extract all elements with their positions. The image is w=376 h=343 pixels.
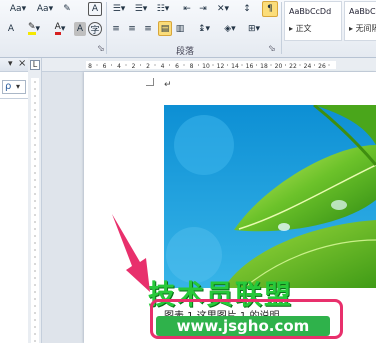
ruler-mark: 8 <box>190 63 194 70</box>
vertical-ruler-ticks <box>34 81 36 342</box>
separator <box>106 2 107 54</box>
ruler-mark: 24 <box>304 63 312 70</box>
highlight-color-button[interactable]: ✎ ▾ <box>24 22 44 36</box>
search-icon: ρ <box>5 81 12 92</box>
style-normal[interactable]: AaBbCcDd ▸ 无间隔正文 <box>284 1 342 41</box>
horizontal-ruler[interactable]: 8 6 4 2 2 4 6 8 10 12 14 16 18 20 22 24 26 L <box>30 58 376 72</box>
align-center-icon[interactable]: ≡ <box>126 22 138 36</box>
multilevel-list-icon[interactable]: ☷▾ <box>154 2 172 16</box>
ribbon: Aa ▾ Aa ▾ ✎ A ☰▾ ☰▾ ☷▾ ⇤ ⇥ ✕▾ ↕ ¶ A ✎ ▾ A ▾ … <box>0 0 376 58</box>
ruler-mark: 6 <box>103 63 107 70</box>
text-effects-icon[interactable]: A <box>4 22 18 36</box>
phonetic-guide-icon[interactable]: ✎ <box>60 2 74 16</box>
font-color-button[interactable]: A ▾ <box>50 22 70 36</box>
style-sample: AaBbCcDd <box>289 7 332 16</box>
dropdown-icon[interactable]: ▾ <box>8 59 13 69</box>
font-size-label: Aa <box>9 4 22 14</box>
font-color-label: A <box>54 23 61 35</box>
distributed-icon[interactable]: ▥ <box>174 22 186 36</box>
align-right-icon[interactable]: ≡ <box>142 22 154 36</box>
justify-button[interactable]: ▤ <box>158 21 172 36</box>
style-sample: AaBbCcDd <box>349 7 376 16</box>
line-spacing-icon[interactable]: ↨▾ <box>194 22 214 36</box>
style-name: ▸ 无间隔正文 <box>289 24 312 33</box>
ruler-mark: 4 <box>117 63 121 70</box>
paragraph-group-label: 段落 <box>176 47 195 57</box>
ruler-mark: 2 <box>146 63 150 70</box>
increase-indent-icon[interactable]: ⇥ <box>196 2 210 16</box>
ruler-mark: 8 <box>88 63 92 70</box>
separator <box>281 2 282 54</box>
horizontal-ruler-ticks: 8 6 4 2 2 4 6 8 10 12 14 16 18 20 22 24 26 <box>88 63 330 70</box>
decrease-indent-icon[interactable]: ⇤ <box>180 2 194 16</box>
close-icon[interactable]: × <box>18 58 26 69</box>
corner-mark <box>146 78 154 86</box>
char-shading-icon[interactable]: A <box>74 22 86 36</box>
change-case-icon[interactable]: Aa ▾ <box>34 2 56 16</box>
char-border-button[interactable]: A <box>88 2 102 16</box>
ruler-mark: 6 <box>175 63 179 70</box>
highlight-box <box>150 299 343 339</box>
style-name: ▸ 无间隔 <box>349 24 376 33</box>
ruler-mark: 14 <box>231 63 239 70</box>
ruler-mark: 4 <box>161 63 165 70</box>
ruler-mark: 16 <box>246 63 254 70</box>
ruler-mark: 2 <box>132 63 136 70</box>
font-group-dialog-icon[interactable]: ⬂ <box>97 44 105 54</box>
chinese-layout-icon[interactable]: ✕▾ <box>214 2 232 16</box>
search-dropdown-icon[interactable]: ▾ <box>16 82 20 91</box>
ruler-mark: 22 <box>289 63 297 70</box>
paragraph-mark: ↵ <box>164 80 172 90</box>
ruler-tab-icon[interactable]: L <box>30 60 40 70</box>
ruler-mark: 26 <box>318 63 326 70</box>
ruler-mark: 20 <box>275 63 283 70</box>
search-box[interactable]: ρ ▾ <box>2 80 26 94</box>
ruler-mark: 12 <box>217 63 225 70</box>
paragraph-dialog-icon[interactable]: ⬂ <box>268 44 276 54</box>
nav-tabs[interactable] <box>0 98 28 102</box>
borders-icon[interactable]: ⊞▾ <box>244 22 264 36</box>
show-marks-button[interactable]: ¶ <box>262 1 278 17</box>
leaf-image[interactable] <box>164 105 376 288</box>
style-no-spacing[interactable]: AaBbCcDd ▸ 无间隔 <box>344 1 376 41</box>
sort-icon[interactable]: ↕ <box>240 2 254 16</box>
shading-icon[interactable]: ◈▾ <box>220 22 240 36</box>
enclose-char-icon[interactable]: 字 <box>88 22 102 36</box>
ruler-mark: 18 <box>260 63 268 70</box>
align-left-icon[interactable]: ≡ <box>110 22 122 36</box>
ruler-mark: 10 <box>202 63 210 70</box>
numbering-icon[interactable]: ☰▾ <box>132 2 150 16</box>
font-size-button[interactable]: Aa ▾ <box>4 2 32 16</box>
bullets-icon[interactable]: ☰▾ <box>110 2 128 16</box>
vertical-ruler[interactable]: L <box>28 58 42 343</box>
